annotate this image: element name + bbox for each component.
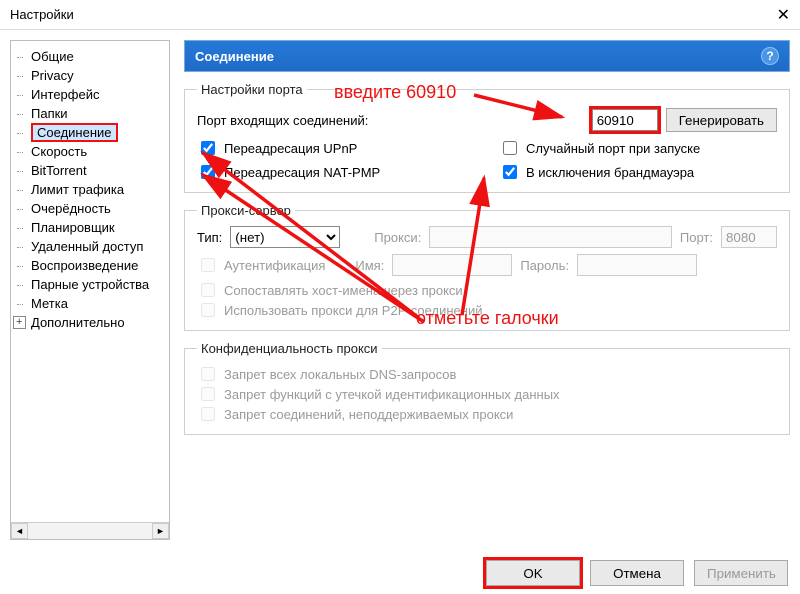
tree-item-интерфейс[interactable]: Интерфейс	[11, 85, 169, 104]
close-icon[interactable]: ✕	[777, 5, 790, 25]
random-port-checkbox[interactable]: Случайный порт при запуске	[499, 138, 777, 158]
tree-item-дополнительно[interactable]: Дополнительно	[11, 313, 169, 332]
tree-item-лимит-трафика[interactable]: Лимит трафика	[11, 180, 169, 199]
proxy-privacy-group: Конфиденциальность прокси Запрет всех ло…	[184, 341, 790, 435]
generate-port-button[interactable]: Генерировать	[666, 108, 777, 132]
proxy-server-group: Прокси-сервер Тип: (нет) Прокси: Порт: А…	[184, 203, 790, 331]
tree-item-папки[interactable]: Папки	[11, 104, 169, 123]
tree-item-скорость[interactable]: Скорость	[11, 142, 169, 161]
incoming-port-input[interactable]	[592, 109, 658, 131]
settings-tree: ОбщиеPrivacyИнтерфейсПапкиСоединениеСкор…	[10, 40, 170, 540]
block-id-leak-checkbox: Запрет функций с утечкой идентификационн…	[197, 384, 777, 404]
proxy-pass-input	[577, 254, 697, 276]
proxy-auth-checkbox: Аутентификация	[197, 255, 325, 275]
tree-item-bittorrent[interactable]: BitTorrent	[11, 161, 169, 180]
panel-title: Соединение	[195, 49, 274, 64]
tree-item-удаленный-доступ[interactable]: Удаленный доступ	[11, 237, 169, 256]
tree-item-метка[interactable]: Метка	[11, 294, 169, 313]
block-dns-checkbox: Запрет всех локальных DNS-запросов	[197, 364, 777, 384]
proxy-p2p-checkbox: Использовать прокси для P2P-соединений	[197, 300, 777, 320]
natpmp-checkbox[interactable]: Переадресация NAT-PMP	[197, 162, 475, 182]
scroll-right-icon[interactable]: ►	[152, 523, 169, 539]
upnp-checkbox[interactable]: Переадресация UPnP	[197, 138, 475, 158]
tree-item-соединение[interactable]: Соединение	[11, 123, 169, 142]
proxy-port-input	[721, 226, 777, 248]
port-group-legend: Настройки порта	[197, 82, 307, 97]
tree-item-воспроизведение[interactable]: Воспроизведение	[11, 256, 169, 275]
block-unsupported-checkbox: Запрет соединений, неподдерживаемых прок…	[197, 404, 777, 424]
firewall-exception-checkbox[interactable]: В исключения брандмауэра	[499, 162, 777, 182]
tree-item-очерёдность[interactable]: Очерёдность	[11, 199, 169, 218]
proxy-port-label: Порт:	[680, 230, 713, 245]
scroll-left-icon[interactable]: ◄	[11, 523, 28, 539]
proxy-user-label: Имя:	[355, 258, 384, 273]
window-title: Настройки	[10, 7, 74, 22]
privacy-group-legend: Конфиденциальность прокси	[197, 341, 382, 356]
tree-item-парные-устройства[interactable]: Парные устройства	[11, 275, 169, 294]
apply-button: Применить	[694, 560, 788, 586]
tree-item-общие[interactable]: Общие	[11, 47, 169, 66]
help-icon[interactable]: ?	[761, 47, 779, 65]
port-settings-group: Настройки порта Порт входящих соединений…	[184, 82, 790, 193]
proxy-resolve-checkbox: Сопоставлять хост-имена через прокси	[197, 280, 777, 300]
incoming-port-label: Порт входящих соединений:	[197, 113, 368, 128]
proxy-host-input	[429, 226, 672, 248]
proxy-group-legend: Прокси-сервер	[197, 203, 295, 218]
proxy-pass-label: Пароль:	[520, 258, 569, 273]
settings-panel: Соединение ? Настройки порта Порт входящ…	[184, 40, 790, 540]
proxy-user-input	[392, 254, 512, 276]
tree-horizontal-scrollbar[interactable]: ◄ ►	[11, 522, 169, 539]
proxy-type-select[interactable]: (нет)	[230, 226, 340, 248]
proxy-host-label: Прокси:	[374, 230, 421, 245]
tree-item-планировщик[interactable]: Планировщик	[11, 218, 169, 237]
tree-item-privacy[interactable]: Privacy	[11, 66, 169, 85]
proxy-type-label: Тип:	[197, 230, 222, 245]
cancel-button[interactable]: Отмена	[590, 560, 684, 586]
ok-button[interactable]: OK	[486, 560, 580, 586]
